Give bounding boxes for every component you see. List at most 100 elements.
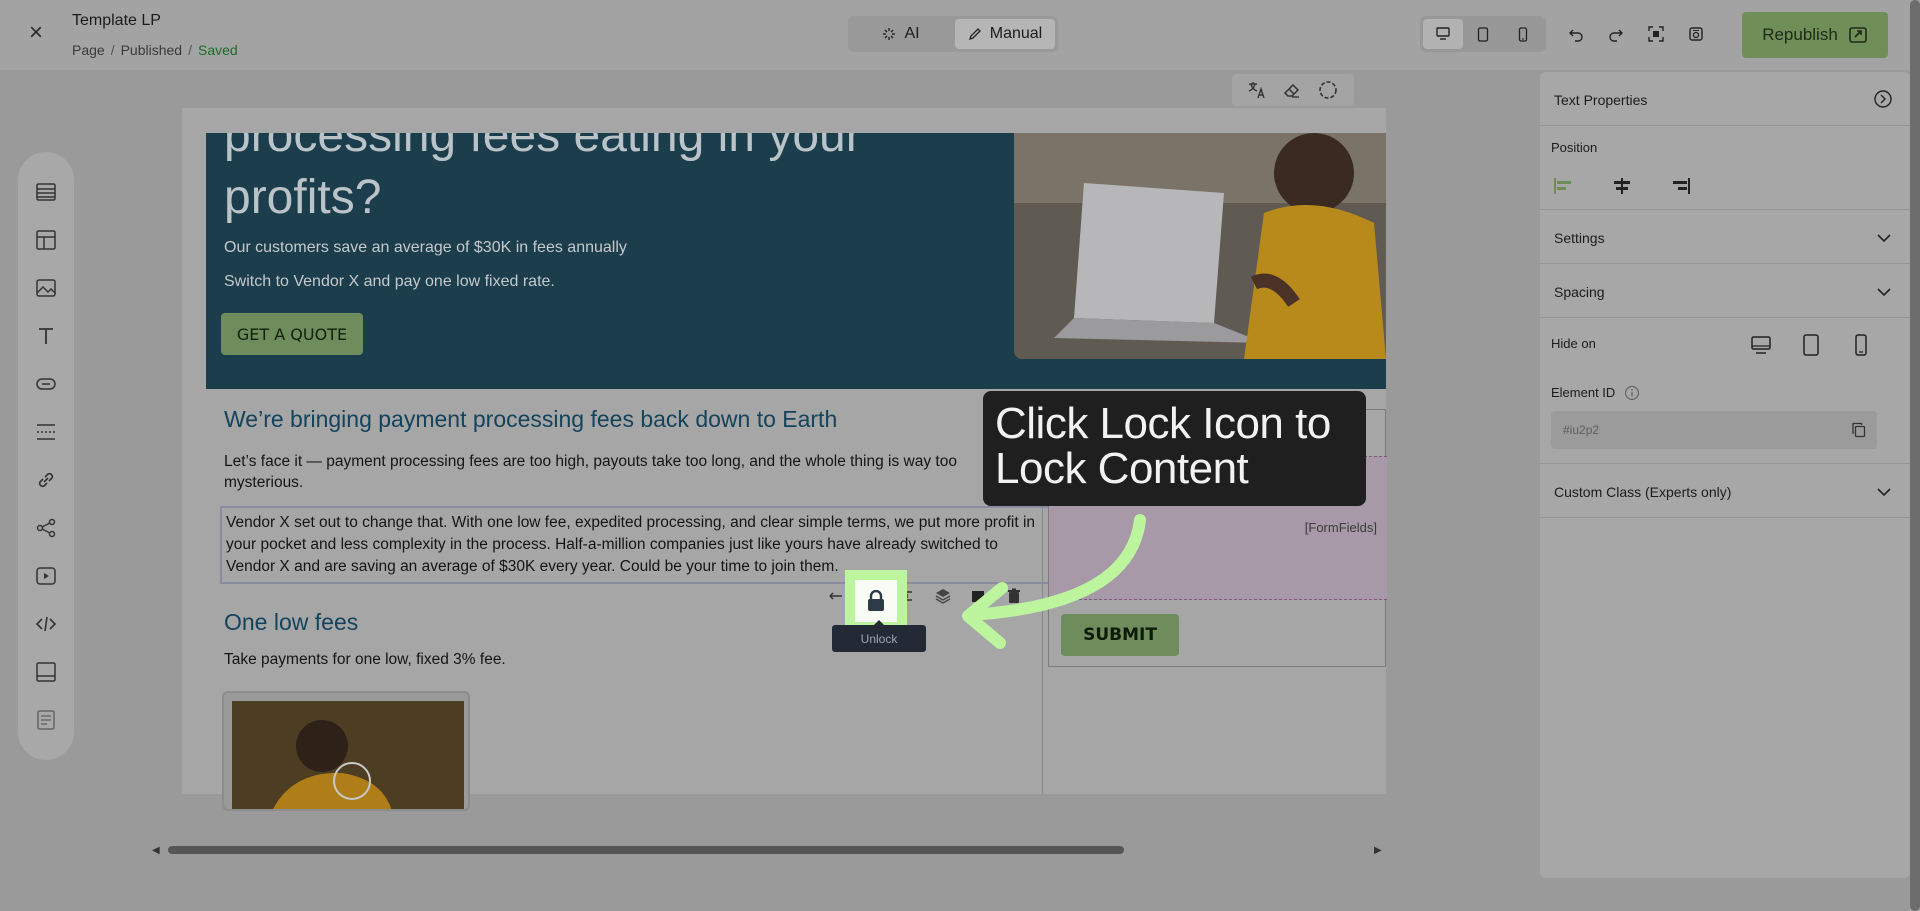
desktop-view-button[interactable]	[1423, 19, 1463, 49]
rail-button-button[interactable]	[34, 372, 58, 396]
custom-class-section[interactable]: Custom Class (Experts only)	[1540, 464, 1910, 518]
rail-form-button[interactable]	[34, 708, 58, 732]
horizontal-scrollbar[interactable]	[168, 846, 1124, 854]
tablet-icon	[1477, 26, 1489, 42]
rail-image-button[interactable]	[34, 276, 58, 300]
hero-section[interactable]: processing fees eating in your profits? …	[206, 133, 1386, 389]
spacing-section[interactable]: Spacing	[1540, 264, 1910, 318]
rail-video-button[interactable]	[34, 564, 58, 588]
republish-button[interactable]: Republish	[1742, 12, 1888, 58]
history-icon[interactable]	[1317, 79, 1339, 101]
eraser-icon[interactable]	[1282, 80, 1302, 100]
callout-text: Click Lock Icon to Lock Content	[995, 399, 1331, 493]
layout-icon	[36, 230, 56, 250]
rail-layout-button[interactable]	[34, 228, 58, 252]
close-icon[interactable]: ×	[24, 21, 48, 46]
device-switcher	[1420, 16, 1546, 52]
form-fields-placeholder: [FormFields]	[1304, 520, 1377, 535]
info-icon[interactable]	[1624, 385, 1640, 401]
section-heading-1[interactable]: We’re bringing payment processing fees b…	[224, 406, 837, 433]
top-bar: × Template LP Page / Published / Saved A…	[0, 0, 1920, 70]
rail-link-button[interactable]	[34, 468, 58, 492]
position-section: Position	[1540, 126, 1910, 210]
form-icon	[37, 710, 55, 730]
rail-sections-button[interactable]	[34, 180, 58, 204]
breadcrumb-published: Published	[120, 42, 183, 58]
selected-paragraph[interactable]: Vendor X set out to change that. With on…	[220, 506, 1056, 584]
move-icon[interactable]	[826, 586, 846, 606]
settings-section[interactable]: Settings	[1540, 210, 1910, 264]
text-icon	[39, 328, 53, 344]
scroll-right-arrow[interactable]: ▶	[1374, 845, 1382, 856]
breadcrumb-separator: /	[188, 42, 192, 58]
link-icon	[38, 472, 54, 488]
button-icon	[36, 378, 56, 390]
undo-button[interactable]	[1564, 22, 1588, 46]
hero-subtitle-1[interactable]: Our customers save an average of $30K in…	[224, 239, 627, 257]
laptop-photo	[1014, 133, 1386, 359]
manual-mode-label: Manual	[989, 25, 1043, 42]
scroll-left-arrow[interactable]: ◀	[152, 845, 160, 856]
woman-photo	[232, 701, 464, 809]
section-heading-2[interactable]: One low fees	[224, 609, 358, 636]
hide-tablet-icon[interactable]	[1800, 334, 1822, 356]
canvas-tools	[1232, 74, 1354, 106]
saved-status: Saved	[197, 42, 238, 58]
breadcrumb-page[interactable]: Page	[72, 42, 105, 58]
sparkle-icon	[883, 28, 896, 40]
callout-arrow	[962, 514, 1146, 649]
ai-mode-label: AI	[904, 25, 920, 42]
settings-label: Settings	[1554, 230, 1605, 246]
chevron-down-icon	[1877, 234, 1891, 243]
hide-on-label: Hide on	[1551, 336, 1596, 351]
rail-footer-button[interactable]	[34, 660, 58, 684]
video-icon	[36, 567, 56, 585]
video-thumbnail[interactable]	[232, 701, 464, 809]
hero-image[interactable]	[1014, 133, 1386, 359]
element-id-field[interactable]: #iu2p2	[1551, 411, 1877, 449]
divider-icon	[37, 424, 55, 440]
preview-button[interactable]	[1684, 22, 1708, 46]
get-quote-button[interactable]: GET A QUOTE	[221, 313, 363, 355]
properties-panel: Text Properties Position Settings Spacin…	[1540, 72, 1910, 878]
align-center-icon[interactable]	[1610, 176, 1634, 196]
fullscreen-icon	[1648, 26, 1664, 42]
paragraph-3[interactable]: Take payments for one low, fixed 3% fee.	[224, 651, 506, 669]
breadcrumb: Page / Published / Saved	[72, 42, 238, 58]
fullscreen-button[interactable]	[1644, 22, 1668, 46]
republish-label: Republish	[1762, 25, 1838, 44]
tablet-view-button[interactable]	[1463, 19, 1503, 49]
hero-heading[interactable]: processing fees eating in your profits?	[224, 133, 984, 229]
save-preview-icon	[1689, 27, 1703, 41]
rail-divider-button[interactable]	[34, 420, 58, 444]
rail-text-button[interactable]	[34, 324, 58, 348]
list-rows-icon	[36, 183, 56, 201]
republish-icon	[1848, 27, 1867, 43]
custom-class-label: Custom Class (Experts only)	[1554, 484, 1732, 500]
align-right-icon[interactable]	[1668, 176, 1692, 196]
left-tool-rail	[18, 152, 74, 760]
hide-mobile-icon[interactable]	[1850, 334, 1872, 356]
element-id-label: Element ID	[1551, 385, 1616, 400]
ai-mode-button[interactable]: AI	[851, 19, 951, 49]
hero-subtitle-2[interactable]: Switch to Vendor X and pay one low fixed…	[224, 273, 555, 291]
panel-title: Text Properties	[1554, 92, 1648, 108]
align-left-icon[interactable]	[1552, 176, 1576, 196]
copy-icon[interactable]	[1851, 422, 1867, 438]
mode-toggle: AI Manual	[848, 16, 1058, 52]
vertical-scrollbar[interactable]	[1910, 0, 1920, 911]
video-card[interactable]	[222, 691, 470, 811]
mobile-view-button[interactable]	[1503, 19, 1543, 49]
hide-desktop-icon[interactable]	[1750, 334, 1772, 356]
paragraph-1[interactable]: Let’s face it — payment processing fees …	[224, 451, 1024, 493]
element-id-value: #iu2p2	[1563, 423, 1600, 437]
rail-code-button[interactable]	[34, 612, 58, 636]
code-icon	[35, 616, 57, 632]
translate-icon[interactable]	[1247, 80, 1267, 100]
rail-social-button[interactable]	[34, 516, 58, 540]
redo-button[interactable]	[1604, 22, 1628, 46]
mobile-icon	[1518, 26, 1528, 42]
spacing-label: Spacing	[1554, 284, 1605, 300]
collapse-panel-icon[interactable]	[1874, 90, 1892, 108]
manual-mode-button[interactable]: Manual	[955, 19, 1055, 49]
